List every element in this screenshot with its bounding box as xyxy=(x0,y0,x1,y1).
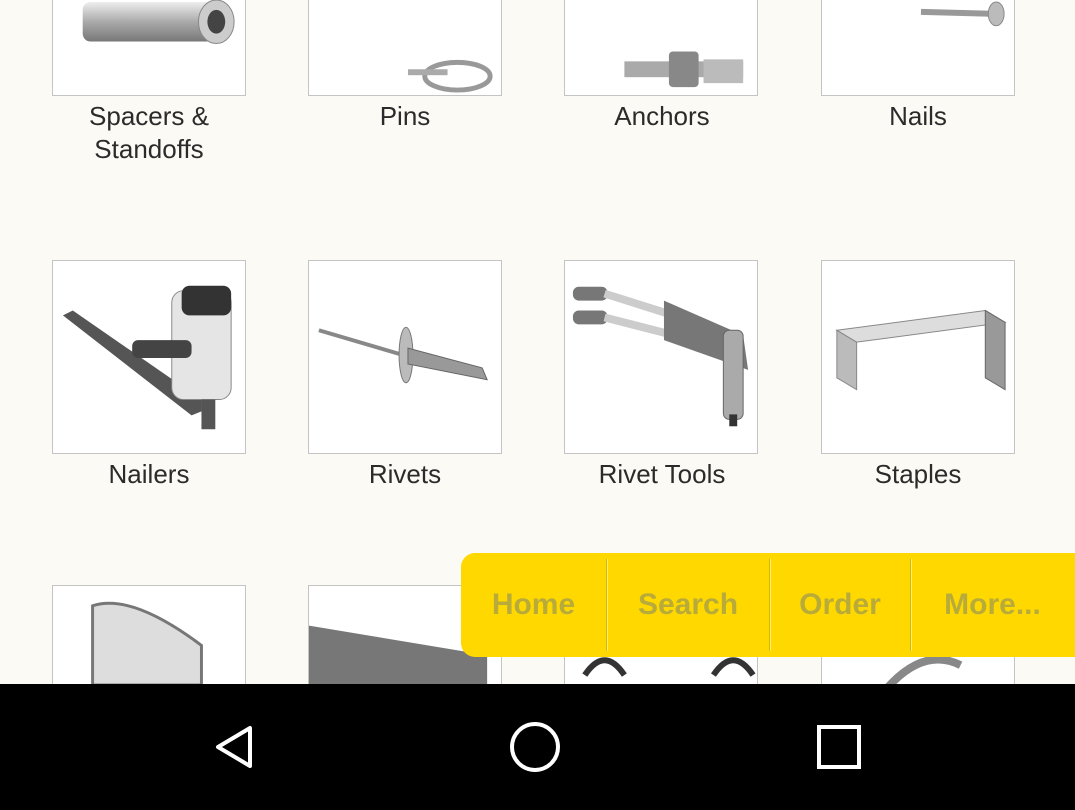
system-recents-button[interactable] xyxy=(779,684,899,810)
category-tile-pins[interactable] xyxy=(308,0,502,96)
staples-icon xyxy=(835,309,1007,391)
category-label-staples[interactable]: Staples xyxy=(808,458,1028,491)
recents-icon xyxy=(817,725,861,769)
pin-icon xyxy=(407,59,493,93)
category-label-anchors[interactable]: Anchors xyxy=(552,100,772,133)
category-tile-nails[interactable] xyxy=(821,0,1015,96)
home-circle-icon xyxy=(510,722,560,772)
category-label-rivets[interactable]: Rivets xyxy=(295,458,515,491)
nav-search-button[interactable]: Search xyxy=(607,553,769,657)
nav-home-button[interactable]: Home xyxy=(461,553,606,657)
category-label-nailers[interactable]: Nailers xyxy=(39,458,259,491)
system-navigation-bar xyxy=(0,684,1075,810)
stapler-icon xyxy=(91,601,203,684)
spacer-icon xyxy=(82,0,235,45)
category-tile-staples[interactable] xyxy=(821,260,1015,454)
back-icon xyxy=(216,726,252,768)
system-back-button[interactable] xyxy=(175,684,295,810)
nailer-icon xyxy=(62,285,232,430)
category-tile-rivet-tools[interactable] xyxy=(564,260,758,454)
nail-icon xyxy=(920,1,1005,27)
category-tile-rivets[interactable] xyxy=(308,260,502,454)
category-label-rivet-tools[interactable]: Rivet Tools xyxy=(552,458,772,491)
category-tile-spacers[interactable] xyxy=(52,0,246,96)
category-label-pins[interactable]: Pins xyxy=(295,100,515,133)
system-home-button[interactable] xyxy=(475,684,595,810)
bottom-nav-bar: Home Search Order More... xyxy=(461,553,1075,657)
anchor-icon xyxy=(624,51,744,88)
category-tile-anchors[interactable] xyxy=(564,0,758,96)
nav-more-button[interactable]: More... xyxy=(911,553,1074,657)
rivet-icon xyxy=(318,326,488,384)
category-tile-staplers[interactable] xyxy=(52,585,246,684)
category-tile-nailers[interactable] xyxy=(52,260,246,454)
category-label-spacers[interactable]: Spacers & Standoffs xyxy=(39,100,259,166)
nav-order-button[interactable]: Order xyxy=(770,553,910,657)
rivet-tool-icon xyxy=(572,286,749,427)
category-label-nails[interactable]: Nails xyxy=(808,100,1028,133)
